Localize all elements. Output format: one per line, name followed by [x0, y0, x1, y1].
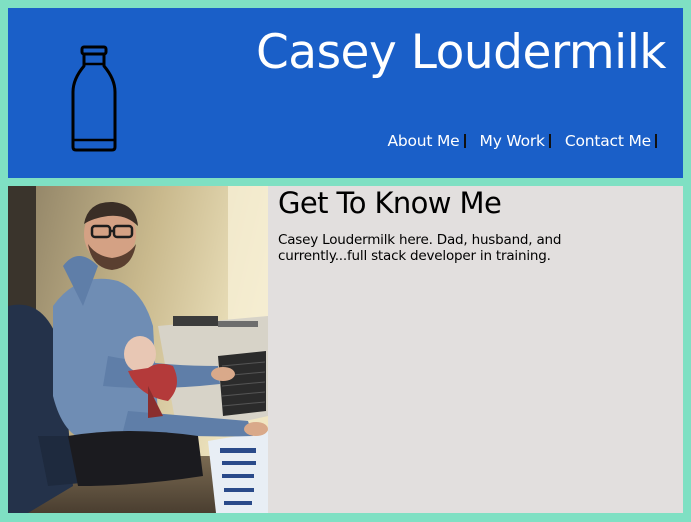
- about-section: Get To Know Me Casey Loudermilk here. Da…: [8, 186, 683, 513]
- nav-link-contact-me[interactable]: Contact Me: [565, 132, 651, 150]
- site-title: Casey Loudermilk: [255, 25, 667, 80]
- nav-item-about: About Me: [387, 132, 466, 150]
- about-content: Get To Know Me Casey Loudermilk here. Da…: [278, 186, 608, 264]
- profile-photo: [8, 186, 268, 513]
- intro-text: Casey Loudermilk here. Dad, husband, and…: [278, 232, 562, 264]
- nav-item-work: My Work: [480, 132, 551, 150]
- main-nav: About Me My Work Contact Me: [373, 132, 657, 150]
- milk-bottle-icon: [71, 45, 117, 152]
- nav-link-about-me[interactable]: About Me: [387, 132, 459, 150]
- nav-link-my-work[interactable]: My Work: [480, 132, 546, 150]
- nav-separator: [463, 134, 466, 148]
- nav-separator: [655, 134, 657, 148]
- nav-separator: [548, 134, 551, 148]
- section-heading: Get To Know Me: [278, 186, 502, 220]
- site-header: Casey Loudermilk About Me My Work Contac…: [8, 8, 683, 178]
- nav-item-contact: Contact Me: [565, 132, 657, 150]
